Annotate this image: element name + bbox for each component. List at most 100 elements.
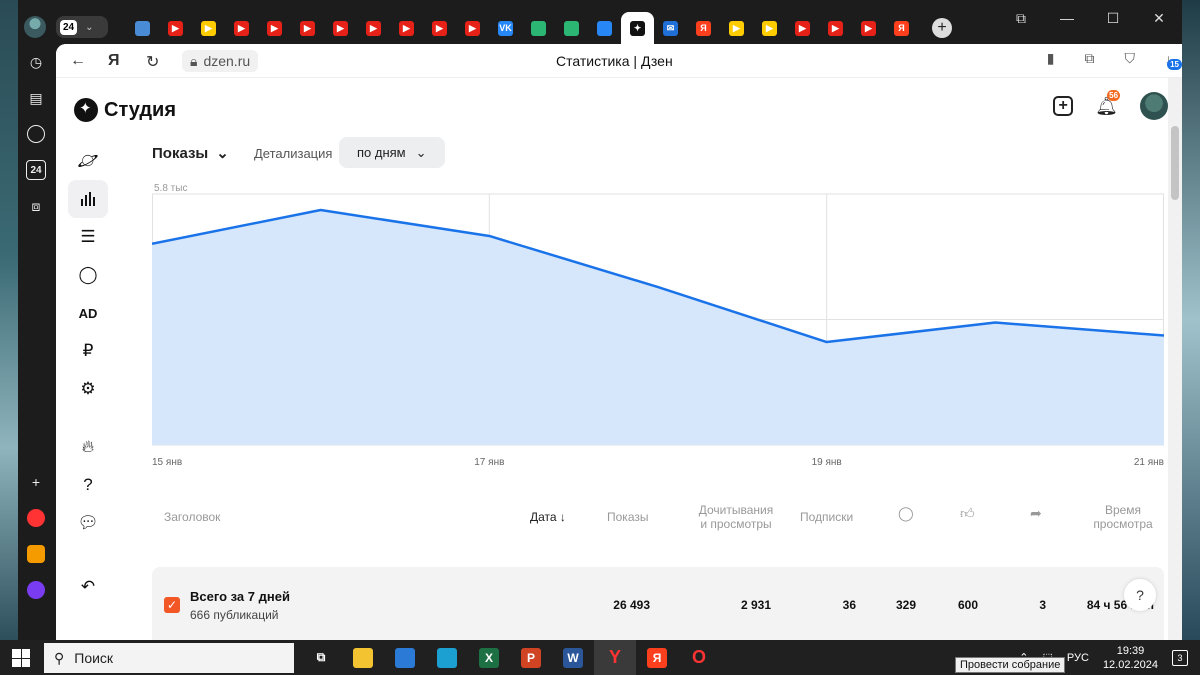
browser-tab[interactable]: ▶ xyxy=(753,12,786,44)
globe-app-icon[interactable] xyxy=(426,640,468,675)
comment-icon[interactable]: ◯ xyxy=(898,506,914,520)
maximize-icon[interactable]: ☐ xyxy=(1090,8,1136,28)
reload-icon[interactable]: ↻ xyxy=(146,52,159,72)
browser-tab[interactable] xyxy=(555,12,588,44)
create-post-button[interactable]: + xyxy=(1053,96,1074,116)
x-tick-label: 21 янв xyxy=(1134,457,1164,468)
alice-icon[interactable] xyxy=(18,572,54,608)
browser-tab[interactable] xyxy=(126,12,159,44)
browser-tab[interactable]: ▶ xyxy=(390,12,423,44)
collections-icon[interactable]: ▤ xyxy=(18,80,54,116)
comments-icon[interactable]: ◯ xyxy=(68,256,108,294)
help-button[interactable]: ? xyxy=(1124,579,1156,611)
browser-tab[interactable]: ▶ xyxy=(786,12,819,44)
ad-icon[interactable]: AD xyxy=(68,294,108,332)
opera-icon[interactable]: O xyxy=(678,640,720,675)
browser-tab[interactable]: ▶ xyxy=(456,12,489,44)
app-red-icon[interactable] xyxy=(18,500,54,536)
publications-icon[interactable]: ☰ xyxy=(68,218,108,256)
tab-bar: 24 ⌄ ▶ ▶ ▶ ▶ ▶ ▶ ▶ ▶ ▶ ▶ VK ✦ ✉ Я ▶ ▶ ▶ ▶ ▶ Я + ⧉ — ☐ ✕ xyxy=(18,0,1182,44)
url-field[interactable]: 🔒︎ dzen.ru xyxy=(182,50,259,72)
row-checkbox[interactable]: ✓ xyxy=(164,597,180,613)
browser-tab[interactable]: ▶ xyxy=(291,12,324,44)
add-icon[interactable]: + xyxy=(18,464,54,500)
share-icon[interactable]: ➦ xyxy=(1030,506,1042,520)
tab-counter-button[interactable]: 24 ⌄ xyxy=(56,16,108,38)
language-indicator[interactable]: РУС xyxy=(1067,652,1089,664)
browser-tab[interactable]: ▶ xyxy=(225,12,258,44)
browser-tab[interactable]: ▶ xyxy=(720,12,753,44)
channel-planet-icon[interactable]: 🪐︎ xyxy=(68,142,108,180)
file-explorer-icon[interactable] xyxy=(342,640,384,675)
windows-start-icon[interactable] xyxy=(12,649,30,667)
calendar-24-icon[interactable]: 24 xyxy=(18,152,54,188)
downloads-icon[interactable]: ↓ 15 xyxy=(1165,51,1182,70)
yandex-icon[interactable]: Я xyxy=(108,52,120,70)
scrollbar-thumb[interactable] xyxy=(1171,126,1179,200)
play-circle-icon[interactable] xyxy=(18,116,54,152)
browser-tab[interactable]: ▶ xyxy=(852,12,885,44)
history-icon[interactable]: ◷ xyxy=(18,44,54,80)
minimize-icon[interactable]: — xyxy=(1044,8,1090,28)
browser-tab[interactable]: ▶ xyxy=(357,12,390,44)
youtube-icon: ▶ xyxy=(234,20,249,36)
browser-tab[interactable] xyxy=(522,12,555,44)
yandex-browser-icon[interactable]: Y xyxy=(594,640,636,675)
header-title[interactable]: Заголовок xyxy=(164,510,220,524)
yandex-icon[interactable]: Я xyxy=(636,640,678,675)
store-icon[interactable] xyxy=(384,640,426,675)
period-dropdown[interactable]: по дням ⌄ xyxy=(339,137,445,168)
header-views[interactable]: Показы xyxy=(607,510,648,524)
metric-dropdown[interactable]: Показы ⌄ xyxy=(152,144,229,163)
browser-tab[interactable]: ✉ xyxy=(654,12,687,44)
word-icon[interactable]: W xyxy=(552,640,594,675)
studio-logo[interactable]: Студия xyxy=(74,98,176,122)
chat-icon[interactable]: 💬︎ xyxy=(68,504,108,542)
like-icon[interactable]: 👍︎ xyxy=(960,506,975,520)
header-watch-time[interactable]: Время просмотра xyxy=(1092,503,1154,531)
screenshot-icon[interactable]: ⧈ xyxy=(18,188,54,224)
header-date[interactable]: Дата ↓ xyxy=(530,510,566,524)
notifications-button[interactable]: 🔔︎ 56 xyxy=(1095,89,1121,117)
browser-tab[interactable]: VK xyxy=(489,12,522,44)
back-arrow-icon[interactable]: ↶ xyxy=(68,568,108,606)
statistics-icon[interactable] xyxy=(68,180,108,218)
new-tab-button[interactable]: + xyxy=(932,18,952,38)
notifications-icon[interactable]: 3 xyxy=(1172,649,1188,666)
profile-avatar[interactable] xyxy=(24,16,46,38)
help-icon[interactable]: ? xyxy=(68,466,108,504)
table-header: Заголовок Дата ↓ Показы Дочитывания и пр… xyxy=(152,500,1164,540)
taskbar-search[interactable]: ⚲ Поиск xyxy=(44,643,294,673)
header-reads[interactable]: Дочитывания и просмотры xyxy=(696,503,776,531)
protect-icon[interactable]: ⛉ xyxy=(1125,50,1136,67)
user-avatar[interactable] xyxy=(1140,92,1168,120)
chart-icon xyxy=(531,20,546,36)
browser-tab[interactable]: ✦ xyxy=(621,12,654,44)
browser-tab[interactable]: Я xyxy=(885,12,918,44)
dzen-icon: ✦ xyxy=(630,20,645,36)
settings-gear-icon[interactable]: ⚙ xyxy=(68,370,108,408)
powerpoint-icon[interactable]: P xyxy=(510,640,552,675)
ruble-icon[interactable]: ₽ xyxy=(68,332,108,370)
mail-app-icon[interactable] xyxy=(18,536,54,572)
bookmark-icon[interactable]: ▮ xyxy=(1047,50,1055,67)
browser-tab[interactable]: ▶ xyxy=(324,12,357,44)
browser-tab[interactable] xyxy=(588,12,621,44)
extensions-icon[interactable]: ⧉ xyxy=(1085,50,1095,67)
scrollbar[interactable] xyxy=(1168,78,1182,640)
browser-tab[interactable]: ▶ xyxy=(423,12,456,44)
tab-manager-icon[interactable]: ⧉ xyxy=(998,8,1044,28)
browser-tab[interactable]: ▶ xyxy=(192,12,225,44)
header-subscriptions[interactable]: Подписки xyxy=(800,510,853,524)
browser-tab[interactable]: Я xyxy=(687,12,720,44)
task-view-icon[interactable]: ⧉ xyxy=(300,640,342,675)
browser-tab[interactable]: ▶ xyxy=(258,12,291,44)
back-icon[interactable]: ← xyxy=(70,52,86,70)
browser-tab[interactable]: ▶ xyxy=(819,12,852,44)
fire-icon[interactable]: 🔥︎ xyxy=(68,428,108,466)
excel-icon[interactable]: X xyxy=(468,640,510,675)
browser-tab[interactable]: ▶ xyxy=(159,12,192,44)
clock[interactable]: 19:39 12.02.2024 xyxy=(1103,644,1158,672)
close-icon[interactable]: ✕ xyxy=(1136,8,1182,28)
cell-comments: 329 xyxy=(895,598,916,612)
